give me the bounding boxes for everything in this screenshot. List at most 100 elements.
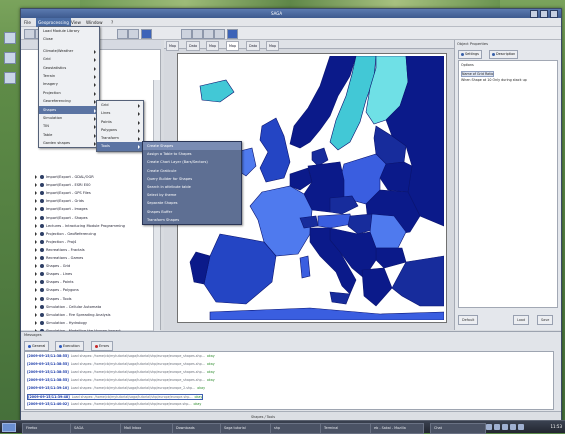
tree-item[interactable]: Import/Export - Images <box>35 207 88 212</box>
menu-item[interactable]: Create Chart Layer (Bars/Sectors) <box>143 158 241 166</box>
network-icon[interactable] <box>486 424 492 430</box>
tree-item[interactable]: Import/Export - Grids <box>35 199 84 204</box>
expand-arrow-icon[interactable] <box>35 304 37 309</box>
tab-map-view[interactable]: Map <box>166 41 180 51</box>
menu-item[interactable]: TIN <box>39 122 99 130</box>
expand-arrow-icon[interactable] <box>35 191 37 196</box>
expand-arrow-icon[interactable] <box>35 320 37 325</box>
country-spain[interactable] <box>203 233 277 305</box>
tree-item[interactable]: Simulation - Hydrology <box>35 320 87 325</box>
tab-general[interactable]: General <box>24 341 50 351</box>
maximize-button[interactable] <box>540 10 548 18</box>
tab-map-view[interactable]: Map <box>206 41 220 51</box>
expand-arrow-icon[interactable] <box>35 280 37 285</box>
tray-icon[interactable] <box>518 424 524 430</box>
menu-item[interactable]: Imagery <box>39 80 99 88</box>
expand-arrow-icon[interactable] <box>35 223 37 228</box>
menu-item[interactable]: Grid <box>39 55 99 63</box>
menu-item[interactable]: Simulation <box>39 114 99 122</box>
tree-item[interactable]: Shapes - Polygons <box>35 288 79 293</box>
menu-item[interactable]: Select by theme <box>143 191 241 199</box>
desktop-icon[interactable] <box>4 32 16 44</box>
expand-arrow-icon[interactable] <box>35 239 37 244</box>
taskbar-button[interactable]: eb - Sakai - Mozilla <box>370 423 424 434</box>
tab-map-view[interactable]: Map <box>266 41 280 51</box>
country-denmark[interactable] <box>311 147 329 167</box>
menu-item[interactable]: Projection <box>39 89 99 97</box>
menu-item[interactable]: Shapes <box>39 105 99 114</box>
taskbar-button[interactable]: Chat <box>430 423 486 434</box>
menu-item[interactable]: Transform <box>97 134 143 142</box>
menu-help[interactable]: ? <box>111 20 113 25</box>
menu-item[interactable]: Separate Shapes <box>143 199 241 207</box>
country-africa[interactable] <box>209 307 444 320</box>
country-iceland[interactable] <box>199 79 235 103</box>
zoom-out-icon[interactable] <box>203 29 214 39</box>
menu-item[interactable]: Search in attribute table <box>143 183 241 191</box>
menu-item[interactable]: Create Graticule <box>143 167 241 175</box>
expand-arrow-icon[interactable] <box>35 272 37 277</box>
menu-item[interactable]: Lines <box>97 109 143 117</box>
menu-item[interactable]: Garden shapes <box>39 139 99 147</box>
expand-arrow-icon[interactable] <box>35 207 37 212</box>
tab-map-view[interactable]: Data <box>246 41 261 51</box>
tab-map-view[interactable]: Data <box>186 41 201 51</box>
property-row[interactable]: When Shape at 10 Only during stack up <box>461 78 527 82</box>
default-button[interactable]: Default <box>458 315 479 325</box>
expand-arrow-icon[interactable] <box>35 264 37 269</box>
load-button[interactable]: Load <box>513 315 530 325</box>
tree-item[interactable]: Shapes - Points <box>35 280 74 285</box>
minimize-button[interactable] <box>530 10 538 18</box>
taskbar-button[interactable]: SAGA <box>70 423 124 434</box>
pan-icon[interactable] <box>214 29 225 39</box>
country-uk[interactable] <box>259 117 291 183</box>
expand-arrow-icon[interactable] <box>35 175 37 179</box>
menu-file[interactable]: File <box>24 20 31 25</box>
expand-arrow-icon[interactable] <box>35 199 37 204</box>
tree-item[interactable]: Import/Export - GDAL/OGR <box>35 175 94 179</box>
menu-item[interactable]: Points <box>97 118 143 126</box>
country-czech[interactable] <box>329 195 359 215</box>
expand-arrow-icon[interactable] <box>35 183 37 188</box>
taskbar-button[interactable]: Mail Inbox <box>120 423 174 434</box>
start-menu-icon[interactable] <box>2 423 16 432</box>
menu-item[interactable]: Transform Shapes <box>143 216 241 224</box>
expand-arrow-icon[interactable] <box>35 288 37 293</box>
tree-item[interactable]: Projection - GeoReferencing <box>35 231 96 236</box>
menu-item[interactable]: Climate/Weather <box>39 47 99 55</box>
expand-arrow-icon[interactable] <box>35 256 37 260</box>
tab-map-view[interactable]: Map <box>226 41 240 51</box>
menu-item[interactable]: Geostatistics <box>39 64 99 72</box>
save-button[interactable]: Save <box>537 315 554 325</box>
menu-item[interactable]: Assign a Table to Shapes <box>143 150 241 158</box>
country-bulgaria[interactable] <box>375 247 407 269</box>
tree-item[interactable]: Simulation - Fire Spreading Analysis <box>35 312 110 317</box>
tray-icon[interactable] <box>510 424 516 430</box>
country-austria[interactable] <box>317 213 353 229</box>
zoom-in-icon[interactable] <box>192 29 203 39</box>
tab-execution[interactable]: Execution <box>55 341 84 351</box>
tree-item[interactable]: Shapes - Lines <box>35 272 72 277</box>
close-button[interactable] <box>550 10 558 18</box>
tool-icon[interactable] <box>117 29 128 39</box>
tree-item[interactable]: Simulation - Cellular Automata <box>35 304 101 309</box>
tree-item[interactable]: Import/Export - Shapes <box>35 215 88 220</box>
expand-arrow-icon[interactable] <box>35 296 37 301</box>
taskbar-button[interactable]: Saga tutorial <box>220 423 274 434</box>
country-sardinia[interactable] <box>299 255 311 279</box>
menu-view[interactable]: View <box>71 20 81 25</box>
layer-icon[interactable] <box>141 29 152 39</box>
taskbar-button[interactable]: shp <box>270 423 324 434</box>
country-greece[interactable] <box>361 267 393 307</box>
expand-arrow-icon[interactable] <box>35 231 37 236</box>
taskbar-button[interactable]: Terminal <box>320 423 374 434</box>
expand-arrow-icon[interactable] <box>35 215 37 220</box>
tree-item[interactable]: Lectures - Introducing Module Programmin… <box>35 223 125 228</box>
menu-item[interactable]: Terrain <box>39 72 99 80</box>
desktop-icon[interactable] <box>4 72 16 84</box>
tree-item[interactable]: Import/Export - GPS Files <box>35 191 91 196</box>
expand-arrow-icon[interactable] <box>35 312 37 317</box>
menu-item[interactable]: Georeferencing <box>39 97 99 105</box>
menu-item[interactable]: Create Shapes <box>143 142 241 151</box>
map-icon[interactable] <box>227 29 238 39</box>
